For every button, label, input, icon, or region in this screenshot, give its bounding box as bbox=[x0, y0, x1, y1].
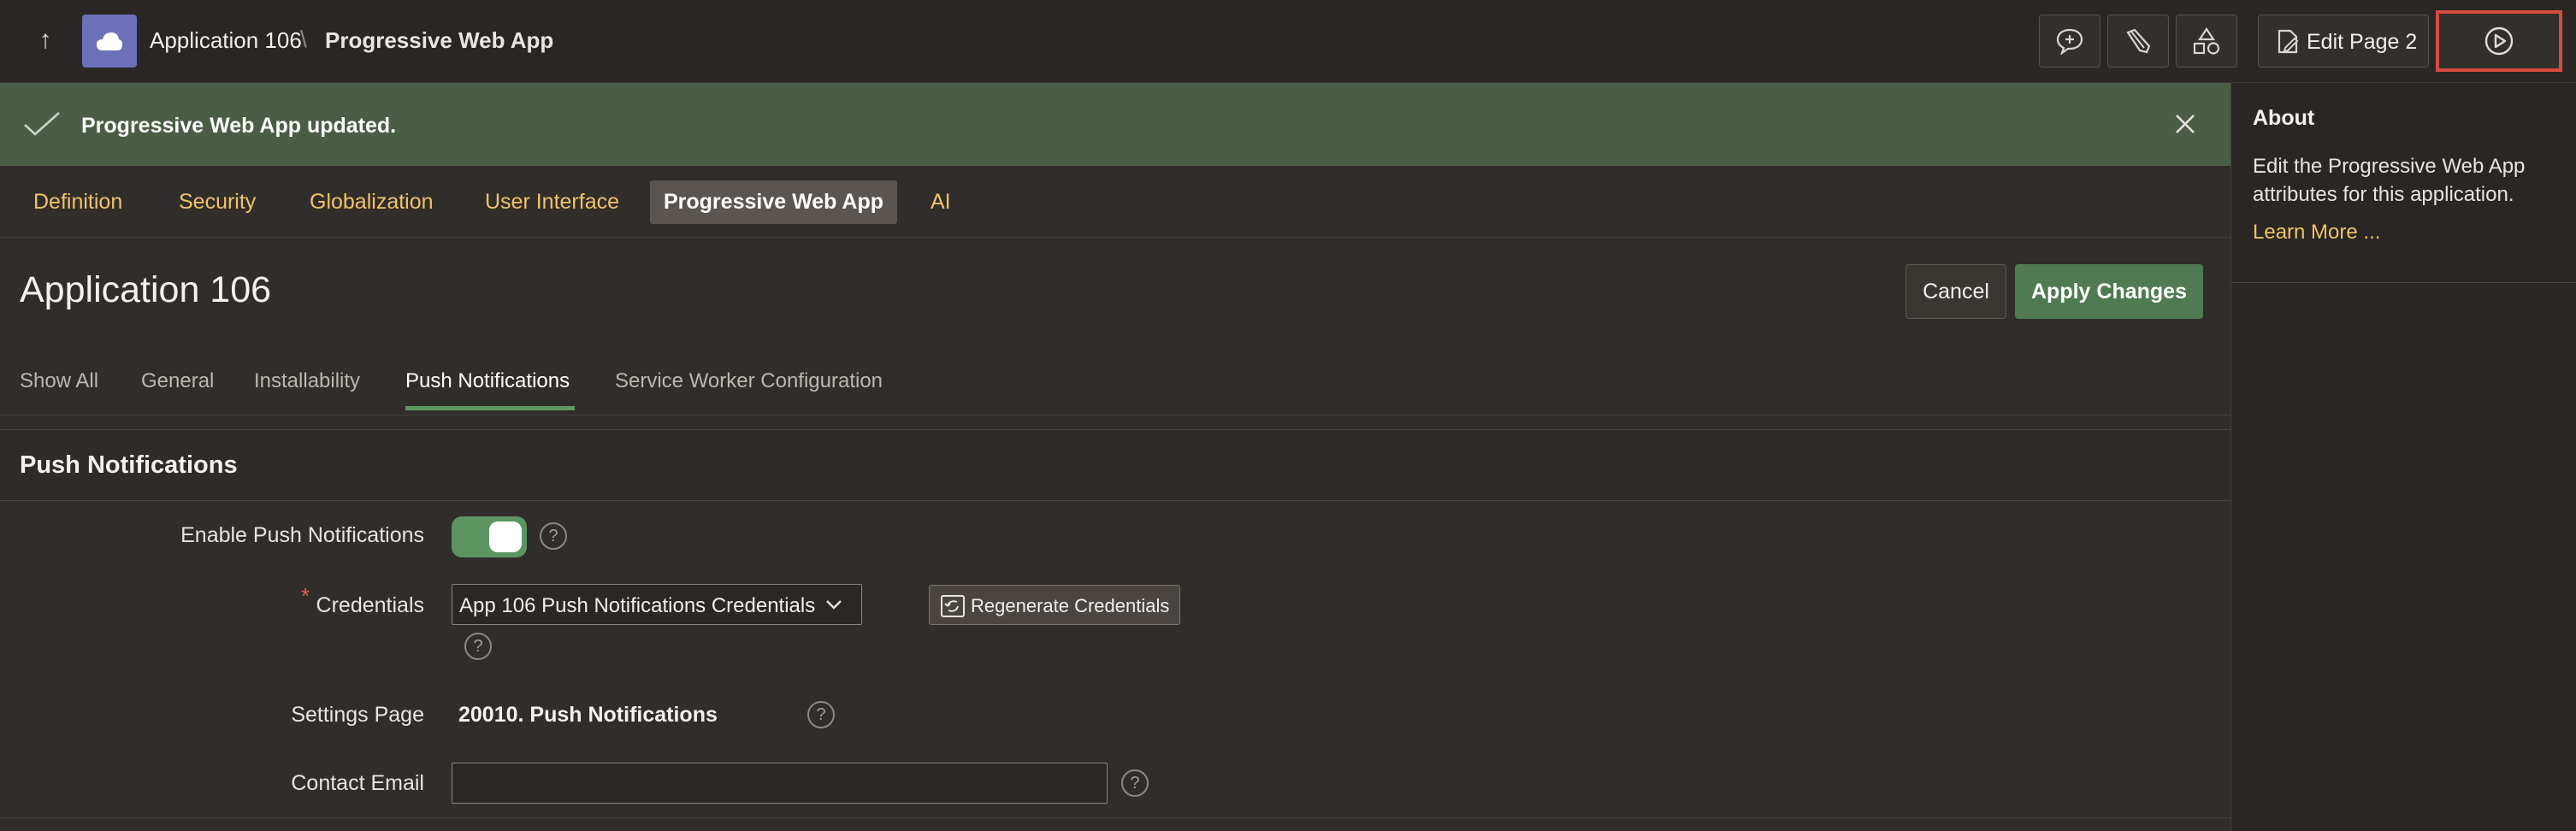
subtab-service-worker-configuration[interactable]: Service Worker Configuration bbox=[615, 369, 883, 393]
page-title: Application 106 bbox=[20, 269, 272, 310]
settings-page-value: 20010. Push Notifications bbox=[458, 703, 718, 727]
regenerate-credentials-button[interactable]: Regenerate Credentials bbox=[929, 585, 1180, 625]
about-title: About bbox=[2253, 106, 2315, 130]
active-subtab-indicator bbox=[405, 406, 575, 410]
shared-components-button[interactable] bbox=[2176, 15, 2237, 68]
quick-edit-button[interactable] bbox=[2107, 15, 2169, 68]
toggle-knob bbox=[489, 522, 522, 552]
chevron-down-icon bbox=[826, 600, 842, 610]
up-arrow-icon[interactable]: ↑ bbox=[29, 24, 62, 56]
help-icon[interactable]: ? bbox=[464, 633, 492, 660]
breadcrumb-page: Progressive Web App bbox=[325, 27, 554, 53]
help-icon[interactable]: ? bbox=[540, 522, 567, 550]
subtab-show-all[interactable]: Show All bbox=[20, 369, 98, 393]
pencil-ruler-icon bbox=[2126, 28, 2151, 54]
credentials-label: Credentials bbox=[316, 593, 424, 617]
regenerate-icon bbox=[941, 595, 965, 617]
tab-user-interface[interactable]: User Interface bbox=[485, 190, 619, 215]
subtab-installability[interactable]: Installability bbox=[254, 369, 360, 393]
apply-changes-button[interactable]: Apply Changes bbox=[2015, 264, 2203, 319]
tab-progressive-web-app[interactable]: Progressive Web App bbox=[650, 180, 897, 224]
region-header bbox=[0, 429, 2230, 501]
comment-plus-icon bbox=[2056, 28, 2083, 55]
divider bbox=[2231, 282, 2576, 283]
contact-email-label: Contact Email bbox=[291, 771, 424, 795]
edit-page-button[interactable]: Edit Page 2 bbox=[2258, 15, 2429, 68]
enable-push-label: Enable Push Notifications bbox=[180, 523, 424, 547]
help-icon[interactable]: ? bbox=[807, 701, 835, 728]
help-icon[interactable]: ? bbox=[1121, 769, 1149, 797]
breadcrumb-app[interactable]: Application 106 bbox=[150, 27, 302, 54]
tab-ai[interactable]: AI bbox=[931, 190, 951, 215]
divider bbox=[0, 237, 2230, 238]
subtab-push-notifications[interactable]: Push Notifications bbox=[405, 369, 570, 393]
shapes-icon bbox=[2193, 27, 2220, 55]
credentials-select[interactable]: App 106 Push Notifications Credentials bbox=[452, 584, 862, 625]
run-page-button[interactable] bbox=[2436, 10, 2562, 72]
subtab-general[interactable]: General bbox=[141, 369, 214, 393]
banner-message: Progressive Web App updated. bbox=[81, 114, 397, 138]
settings-page-label: Settings Page bbox=[291, 703, 424, 727]
edit-page-label: Edit Page 2 bbox=[2307, 30, 2418, 54]
cancel-button[interactable]: Cancel bbox=[1905, 264, 2006, 319]
divider bbox=[0, 415, 2230, 416]
close-icon[interactable] bbox=[2172, 111, 2198, 141]
comment-add-button[interactable] bbox=[2039, 15, 2100, 68]
edit-page-icon bbox=[2278, 29, 2299, 54]
regenerate-label: Regenerate Credentials bbox=[971, 595, 1170, 616]
breadcrumb-separator: \ bbox=[300, 26, 307, 52]
divider bbox=[0, 817, 2230, 818]
tab-globalization[interactable]: Globalization bbox=[310, 190, 434, 215]
play-icon bbox=[2484, 27, 2514, 56]
credentials-value: App 106 Push Notifications Credentials bbox=[459, 594, 816, 617]
check-icon bbox=[22, 110, 62, 142]
region-title: Push Notifications bbox=[20, 451, 238, 479]
contact-email-input[interactable] bbox=[452, 763, 1108, 804]
tab-security[interactable]: Security bbox=[179, 190, 256, 215]
app-cloud-icon[interactable] bbox=[82, 15, 137, 68]
learn-more-link[interactable]: Learn More ... bbox=[2253, 221, 2380, 245]
about-description: Edit the Progressive Web App attributes … bbox=[2253, 155, 2526, 206]
tab-definition[interactable]: Definition bbox=[33, 190, 122, 215]
